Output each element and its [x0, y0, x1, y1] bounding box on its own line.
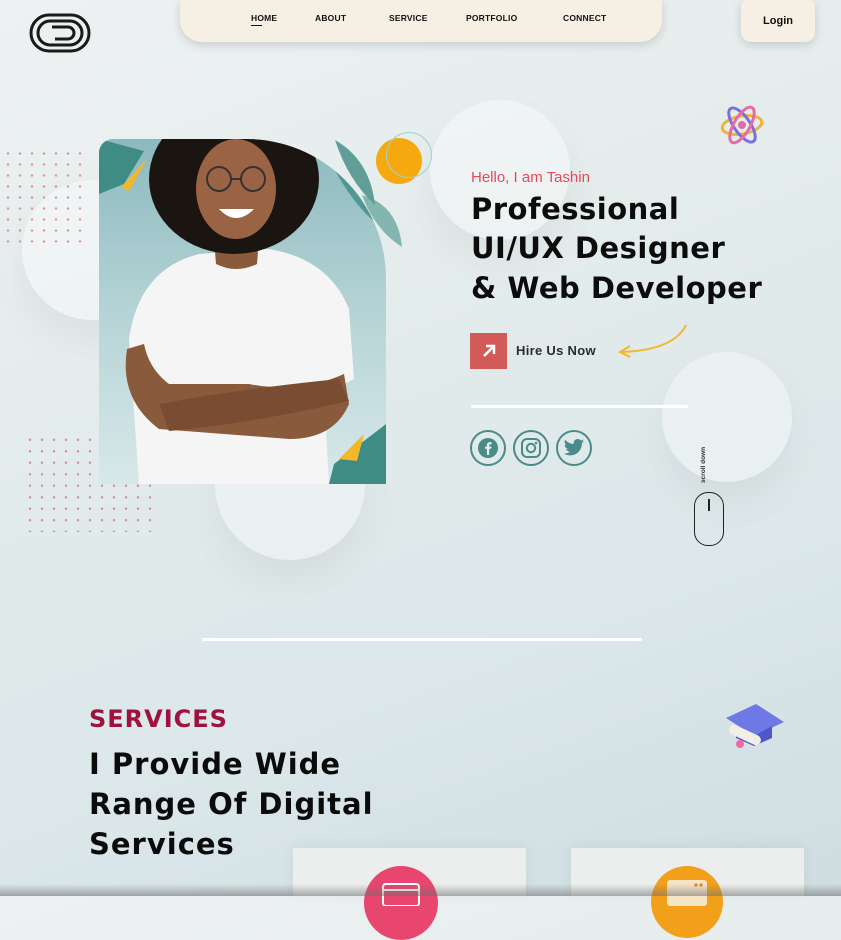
main-nav: HOME ABOUT SERVICE PORTFOLIO CONNECT [180, 0, 662, 42]
section-divider [202, 638, 642, 641]
arrow-up-right-icon [482, 344, 495, 357]
instagram-link[interactable] [513, 430, 549, 466]
decorative-petals [335, 140, 402, 247]
background-blob [662, 352, 792, 482]
nav-portfolio[interactable]: PORTFOLIO [466, 13, 517, 23]
nav-service[interactable]: SERVICE [389, 13, 428, 23]
nav-home[interactable]: HOME [251, 13, 277, 26]
hire-us-button[interactable] [470, 333, 507, 369]
decorative-dots [0, 146, 84, 246]
twitter-icon [563, 439, 585, 456]
services-heading-line-2: Range Of Digital [89, 787, 374, 821]
scroll-down-label: scroll down [700, 446, 707, 484]
hero-headline-line-2: UI/UX Designer [471, 231, 726, 265]
atom-3d-icon [720, 105, 764, 145]
facebook-link[interactable] [470, 430, 506, 466]
service-icon-circle [651, 866, 723, 938]
instagram-icon [521, 438, 541, 458]
mouse-scroll-icon[interactable] [694, 492, 724, 546]
services-eyebrow: SERVICES [89, 705, 228, 733]
login-button[interactable]: Login [741, 0, 815, 42]
service-icon-circle [364, 866, 438, 940]
brand-logo[interactable] [27, 12, 91, 54]
services-heading-line-1: I Provide Wide [89, 747, 342, 781]
nav-about[interactable]: ABOUT [315, 13, 346, 23]
horizontal-scrollbar[interactable] [0, 884, 841, 896]
services-heading-line-3: Services [89, 827, 235, 861]
curved-arrow-icon [617, 324, 687, 358]
facebook-icon [478, 438, 498, 458]
hire-us-label[interactable]: Hire Us Now [516, 343, 596, 358]
graduation-cap-3d-icon [726, 704, 784, 748]
twitter-link[interactable] [556, 430, 592, 466]
hero-headline-line-3: & Web Developer [471, 271, 763, 305]
hero-headline-line-1: Professional [471, 192, 680, 226]
hero-greeting: Hello, I am Tashin [471, 169, 590, 186]
hero-divider [471, 405, 688, 408]
nav-connect[interactable]: CONNECT [563, 13, 606, 23]
